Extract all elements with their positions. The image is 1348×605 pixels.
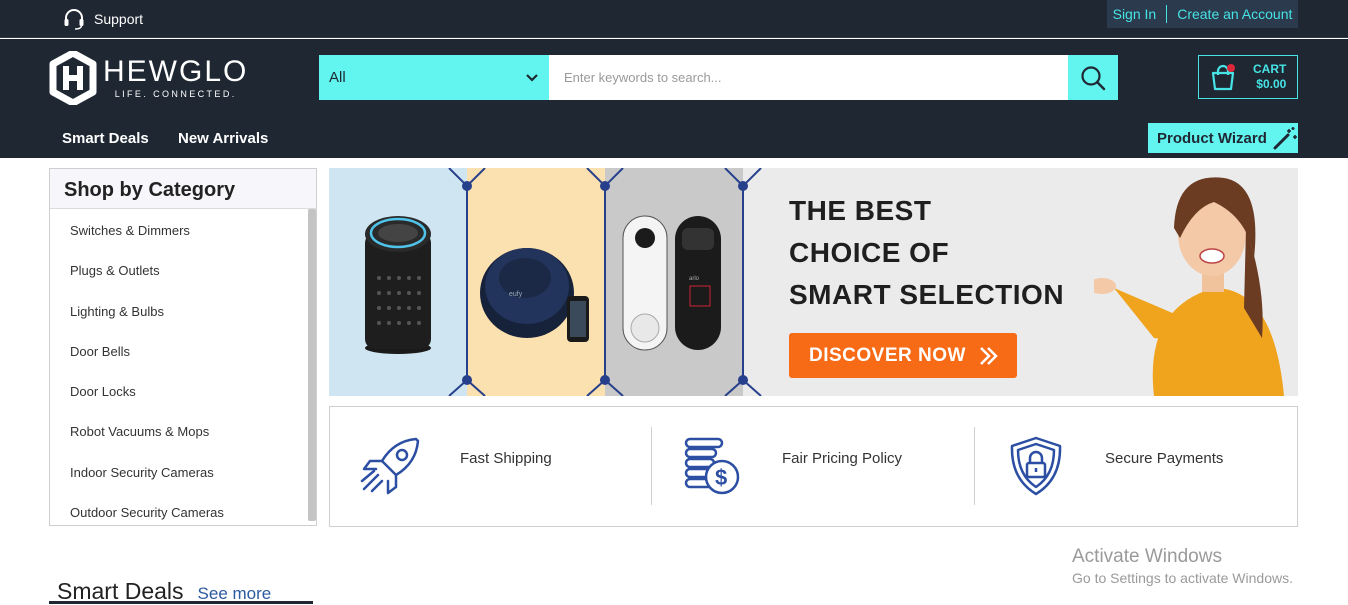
magic-wand-icon xyxy=(1273,127,1297,150)
support-link[interactable]: Support xyxy=(62,4,143,34)
cart-total: $0.00 xyxy=(1256,77,1287,91)
search-input[interactable] xyxy=(555,62,1058,93)
feature-fair-pricing: $ Fair Pricing Policy xyxy=(652,407,975,526)
banner-line-3: SMART SELECTION xyxy=(789,279,1065,310)
search-bar: All xyxy=(319,55,1118,100)
double-chevron-right-icon xyxy=(980,346,998,365)
create-account-link[interactable]: Create an Account xyxy=(1177,6,1292,22)
feature-fast-shipping: Fast Shipping xyxy=(330,407,652,526)
hewglo-logo-icon xyxy=(49,51,97,105)
banner-line-1: THE BEST xyxy=(789,195,932,226)
feature-label: Fast Shipping xyxy=(460,450,552,467)
banner-headline: THE BEST CHOICE OF SMART SELECTION xyxy=(789,190,1064,316)
brand-text: HEWGLO LIFE. CONNECTED. xyxy=(103,55,249,100)
feature-label: Fair Pricing Policy xyxy=(782,450,903,467)
category-item[interactable]: Door Locks xyxy=(50,370,316,410)
banner-line-2: CHOICE OF xyxy=(789,237,950,268)
category-item[interactable]: Plugs & Outlets xyxy=(50,249,316,289)
nav-bar: Smart Deals New Arrivals Product Wizard xyxy=(0,118,1348,158)
search-button[interactable] xyxy=(1068,55,1118,100)
cart-label: CART xyxy=(1253,62,1287,76)
account-links: Sign In Create an Account xyxy=(1107,0,1298,28)
category-item[interactable]: Indoor Security Cameras xyxy=(50,451,316,491)
watermark-title: Activate Windows xyxy=(1072,546,1222,567)
cart-text: CART $0.00 xyxy=(1253,62,1286,92)
discover-now-button[interactable]: DISCOVER NOW xyxy=(789,333,1017,378)
discover-now-label: DISCOVER NOW xyxy=(809,344,966,366)
top-bar: Support Sign In Create an Account xyxy=(0,0,1348,38)
sign-in-link[interactable]: Sign In xyxy=(1113,6,1157,22)
category-list: Switches & Dimmers Plugs & Outlets Light… xyxy=(50,209,316,531)
category-item[interactable]: Outdoor Security Cameras xyxy=(50,491,316,531)
category-sidebar: Shop by Category Switches & Dimmers Plug… xyxy=(49,168,317,526)
shopping-bag-icon xyxy=(1211,64,1235,91)
brand-name: HEWGLO xyxy=(103,55,249,88)
divider xyxy=(1166,5,1168,23)
shield-lock-icon xyxy=(1010,436,1062,496)
category-title: Shop by Category xyxy=(50,169,316,209)
svg-text:$: $ xyxy=(715,465,727,490)
category-item[interactable]: Robot Vacuums & Mops xyxy=(50,410,316,450)
category-scrollbar[interactable] xyxy=(308,209,316,521)
product-wizard-label: Product Wizard xyxy=(1157,129,1267,147)
main-header: HEWGLO LIFE. CONNECTED. All CART $0.00 xyxy=(0,39,1348,118)
category-item[interactable]: Door Bells xyxy=(50,330,316,370)
brand-tagline: LIFE. CONNECTED. xyxy=(114,89,237,99)
search-icon xyxy=(1081,65,1106,90)
hero-banner[interactable]: eufy arlo THE BEST CHOICE OF SMART SELEC… xyxy=(329,168,1298,396)
headset-icon xyxy=(64,9,84,30)
nav-item-smart-deals[interactable]: Smart Deals xyxy=(62,130,149,147)
category-select[interactable]: All xyxy=(319,55,549,100)
feature-secure-payments: Secure Payments xyxy=(975,407,1297,526)
windows-activation-watermark: Activate Windows Go to Settings to activ… xyxy=(1072,546,1293,586)
coins-dollar-icon: $ xyxy=(684,437,740,495)
product-wizard-button[interactable]: Product Wizard xyxy=(1148,123,1298,153)
support-label: Support xyxy=(94,11,144,27)
category-item[interactable]: Lighting & Bulbs xyxy=(50,290,316,330)
category-item[interactable]: Switches & Dimmers xyxy=(50,209,316,249)
brand-logo[interactable]: HEWGLO LIFE. CONNECTED. xyxy=(49,51,248,105)
woman-pointing-image xyxy=(1094,177,1284,396)
chevron-down-icon xyxy=(526,73,538,82)
category-select-value: All xyxy=(329,69,346,86)
cart-button[interactable]: CART $0.00 xyxy=(1198,55,1298,99)
nav-item-new-arrivals[interactable]: New Arrivals xyxy=(178,130,268,147)
feature-label: Secure Payments xyxy=(1105,450,1224,467)
features-strip: Fast Shipping $ Fair Pricing Policy Secu… xyxy=(329,406,1298,527)
rocket-icon xyxy=(360,437,420,495)
watermark-subtitle: Go to Settings to activate Windows. xyxy=(1072,570,1293,586)
search-field-wrap xyxy=(549,55,1068,100)
